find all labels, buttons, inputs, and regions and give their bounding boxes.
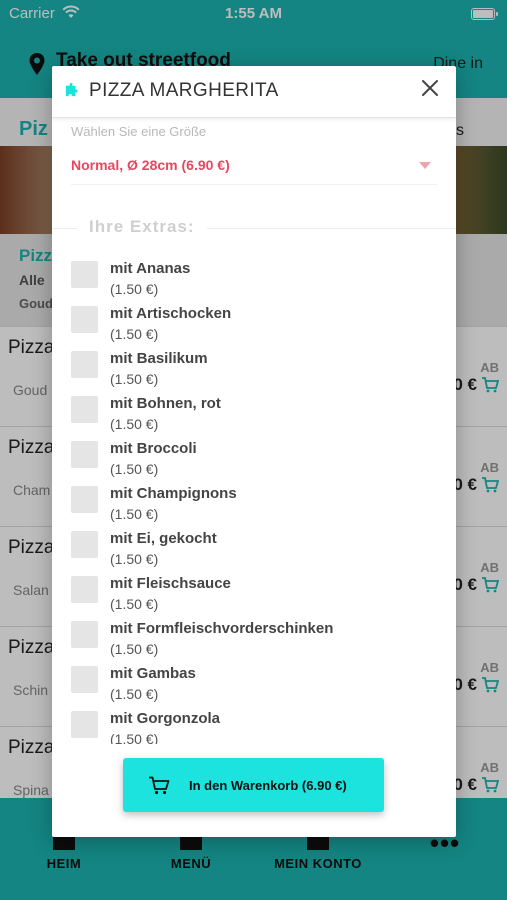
extra-name: mit Gambas xyxy=(110,665,196,682)
extra-price: (1.50 €) xyxy=(110,596,159,612)
add-to-cart-label: In den Warenkorb (6.90 €) xyxy=(189,778,347,793)
dialog-header: PIZZA MARGHERITA xyxy=(52,66,456,118)
extra-name: mit Artischocken xyxy=(110,305,232,322)
extra-name: mit Basilikum xyxy=(110,350,208,367)
extra-price: (1.50 €) xyxy=(110,641,159,657)
extra-checkbox[interactable] xyxy=(71,666,98,693)
extra-name: mit Fleischsauce xyxy=(110,575,231,592)
extra-price: (1.50 €) xyxy=(110,686,159,702)
extra-item[interactable]: mit Champignons (1.50 €) xyxy=(52,481,456,526)
extra-item[interactable]: mit Ei, gekocht (1.50 €) xyxy=(52,526,456,571)
extra-price: (1.50 €) xyxy=(110,506,159,522)
extra-item[interactable]: mit Formfleischvorderschinken (1.50 €) xyxy=(52,616,456,661)
extra-checkbox[interactable] xyxy=(71,486,98,513)
divider xyxy=(71,184,437,185)
extra-item[interactable]: mit Ananas (1.50 €) xyxy=(52,256,456,301)
extra-checkbox[interactable] xyxy=(71,396,98,423)
extra-item[interactable]: mit Broccoli (1.50 €) xyxy=(52,436,456,481)
extra-item[interactable]: mit Basilikum (1.50 €) xyxy=(52,346,456,391)
extra-checkbox[interactable] xyxy=(71,351,98,378)
extra-price: (1.50 €) xyxy=(110,326,159,342)
extra-checkbox[interactable] xyxy=(71,621,98,648)
cart-icon xyxy=(149,776,170,795)
extra-checkbox[interactable] xyxy=(71,261,98,288)
extra-item[interactable]: mit Bohnen, rot (1.50 €) xyxy=(52,391,456,436)
close-icon[interactable] xyxy=(418,76,442,100)
extra-name: mit Ei, gekocht xyxy=(110,530,217,547)
extra-name: mit Ananas xyxy=(110,260,191,277)
extra-name: mit Champignons xyxy=(110,485,237,502)
extra-item[interactable]: mit Fleischsauce (1.50 €) xyxy=(52,571,456,616)
size-select-label: Wählen Sie eine Größe xyxy=(71,124,207,139)
extra-price: (1.50 €) xyxy=(110,461,159,477)
add-to-cart-button[interactable]: In den Warenkorb (6.90 €) xyxy=(123,758,384,812)
size-select[interactable]: Normal, Ø 28cm (6.90 €) xyxy=(71,157,230,173)
extra-price: (1.50 €) xyxy=(110,731,159,744)
extra-checkbox[interactable] xyxy=(71,441,98,468)
extra-item[interactable]: mit Artischocken (1.50 €) xyxy=(52,301,456,346)
extra-price: (1.50 €) xyxy=(110,281,159,297)
extra-checkbox[interactable] xyxy=(71,306,98,333)
extra-price: (1.50 €) xyxy=(110,371,159,387)
extra-name: mit Gorgonzola xyxy=(110,710,220,727)
extra-item[interactable]: mit Gorgonzola (1.50 €) xyxy=(52,706,456,744)
extra-name: mit Bohnen, rot xyxy=(110,395,221,412)
extras-heading: Ihre Extras: xyxy=(77,217,207,237)
extra-checkbox[interactable] xyxy=(71,576,98,603)
product-options-dialog: PIZZA MARGHERITA Wählen Sie eine Größe N… xyxy=(52,66,456,837)
extra-price: (1.50 €) xyxy=(110,551,159,567)
extra-price: (1.50 €) xyxy=(110,416,159,432)
extra-name: mit Formfleischvorderschinken xyxy=(110,620,334,637)
puzzle-icon xyxy=(65,82,78,97)
dialog-title: PIZZA MARGHERITA xyxy=(89,80,279,101)
extra-checkbox[interactable] xyxy=(71,531,98,558)
extra-checkbox[interactable] xyxy=(71,711,98,738)
extra-item[interactable]: mit Gambas (1.50 €) xyxy=(52,661,456,706)
extra-name: mit Broccoli xyxy=(110,440,197,457)
extras-list[interactable]: mit Ananas (1.50 €) mit Artischocken (1.… xyxy=(52,256,456,744)
chevron-down-icon[interactable] xyxy=(419,162,431,169)
